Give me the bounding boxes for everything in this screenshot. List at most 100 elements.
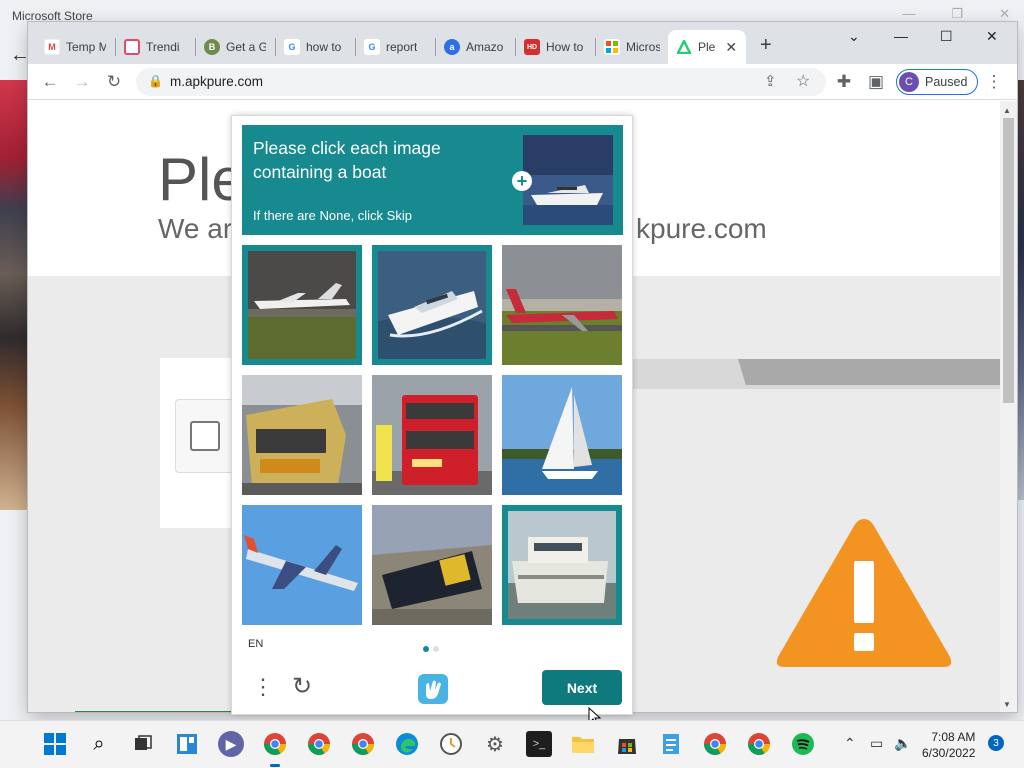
tab-3[interactable]: B Get a G [196, 30, 274, 64]
active-app-indicator [270, 764, 280, 767]
trending-icon [124, 39, 140, 55]
minimize-icon[interactable]: — [894, 28, 908, 44]
refresh-challenge-icon[interactable]: ↻ [292, 672, 312, 701]
back-icon[interactable]: ← [38, 70, 62, 94]
lock-icon[interactable]: 🔒 [148, 74, 163, 88]
maximize-icon[interactable]: ☐ [940, 28, 953, 45]
restore-icon[interactable]: ❐ [951, 6, 963, 22]
tab-label: how to [306, 40, 342, 54]
google-icon: G [284, 39, 300, 55]
taskbar-clock[interactable]: 7:08 AM 6/30/2022 [922, 729, 975, 761]
terminal-icon[interactable]: >_ [526, 731, 552, 757]
warning-icon [776, 519, 952, 667]
new-tab-button[interactable]: + [760, 34, 772, 57]
captcha-tile-3[interactable] [502, 245, 622, 365]
file-explorer-icon[interactable] [570, 731, 596, 757]
volume-icon[interactable]: 🔈 [894, 735, 911, 752]
captcha-tile-6[interactable] [502, 375, 622, 495]
share-icon[interactable]: ⇪ [764, 72, 777, 90]
close-icon[interactable]: ✕ [999, 6, 1010, 22]
tab-active-apkpure[interactable]: Ple ✕ [668, 30, 746, 64]
captcha-tile-2[interactable] [372, 245, 492, 365]
taskbar: ⌕ ▶ ⚙ >_ ⌃ ▭ 🔈 7:08 AM 6/30/2022 3 [0, 720, 1024, 768]
teams-chat-icon[interactable]: ▶ [218, 731, 244, 757]
settings-gear-icon[interactable]: ⚙ [482, 731, 508, 757]
tray-chevron-icon[interactable]: ⌃ [844, 735, 856, 752]
google-icon: G [364, 39, 380, 55]
tab-5[interactable]: G report [356, 30, 434, 64]
captcha-tile-9[interactable] [502, 505, 622, 625]
task-view-icon[interactable] [130, 731, 156, 757]
tab-2[interactable]: Trendi [116, 30, 194, 64]
captcha-menu-icon[interactable]: ⋮ [252, 674, 274, 700]
ms-store-title: Microsoft Store [12, 9, 93, 23]
tab-4[interactable]: G how to [276, 30, 354, 64]
apkpure-icon [676, 39, 692, 55]
url-text[interactable]: m.apkpure.com [170, 74, 263, 89]
page-dot [433, 646, 439, 652]
hcaptcha-logo-icon[interactable] [416, 672, 450, 706]
captcha-tile-5[interactable] [372, 375, 492, 495]
captcha-challenge: Please click each image containing a boa… [231, 115, 633, 715]
chrome-profile-5-icon[interactable] [746, 731, 772, 757]
network-icon[interactable]: ▭ [870, 735, 883, 752]
windows-start-icon[interactable] [42, 731, 68, 757]
captcha-tile-1[interactable] [242, 245, 362, 365]
clock-app-icon[interactable] [438, 731, 464, 757]
page-indicator [423, 646, 439, 652]
gcard-icon: B [204, 39, 220, 55]
tab-1[interactable]: M Temp M [36, 30, 114, 64]
tab-search-chevron-icon[interactable]: ⌄ [848, 28, 860, 45]
close-icon[interactable]: ✕ [986, 28, 998, 45]
minimize-icon[interactable]: — [902, 6, 915, 22]
amazon-icon: a [444, 39, 460, 55]
microsoft-store-icon[interactable] [614, 731, 640, 757]
tab-label: How to [546, 40, 584, 54]
chrome-profile-2-icon[interactable] [306, 731, 332, 757]
tab-label: report [386, 40, 418, 54]
tab-label: Temp M [66, 40, 106, 54]
scrollbar-thumb[interactable] [1003, 118, 1014, 403]
hcaptcha-checkbox[interactable] [190, 421, 220, 451]
tab-label: Trendi [146, 40, 180, 54]
back-arrow-icon[interactable]: ← [10, 44, 30, 67]
tab-close-icon[interactable]: ✕ [725, 39, 737, 56]
widgets-icon[interactable] [174, 731, 200, 757]
bookmark-star-icon[interactable]: ☆ [796, 71, 810, 91]
spotify-icon[interactable] [790, 731, 816, 757]
page-subtitle-right: kpure.com [636, 213, 767, 244]
address-bar[interactable]: 🔒 m.apkpure.com ⇪ ☆ [136, 68, 826, 96]
language-selector[interactable]: EN [248, 638, 263, 650]
notification-badge[interactable]: 3 [988, 735, 1004, 751]
chrome-profile-4-icon[interactable] [702, 731, 728, 757]
page-stripe-dark [738, 359, 1000, 385]
captcha-prompt: Please click each image containing a boa… [242, 125, 623, 235]
next-button[interactable]: Next [542, 670, 622, 705]
profile-status: Paused [925, 75, 968, 89]
gmail-icon: M [44, 39, 60, 55]
search-icon[interactable]: ⌕ [86, 731, 112, 757]
reload-icon[interactable]: ↻ [102, 70, 126, 94]
zoom-plus-icon[interactable]: + [512, 171, 532, 191]
scroll-down-arrow-icon[interactable]: ▼ [1003, 700, 1011, 709]
captcha-sample-image[interactable] [523, 135, 613, 225]
tab-8[interactable]: Micros [596, 30, 668, 64]
tab-7[interactable]: HD How to [516, 30, 594, 64]
profile-button[interactable]: C Paused [896, 69, 979, 95]
captcha-tile-8[interactable] [372, 505, 492, 625]
video-icon: HD [524, 39, 540, 55]
side-panel-icon[interactable]: ▣ [864, 70, 888, 94]
tab-6[interactable]: a Amazo [436, 30, 514, 64]
captcha-tile-4[interactable] [242, 375, 362, 495]
forward-icon[interactable]: → [70, 70, 94, 94]
extensions-puzzle-icon[interactable]: ✚ [832, 70, 856, 94]
scroll-up-arrow-icon[interactable]: ▲ [1003, 106, 1011, 115]
edge-icon[interactable] [394, 731, 420, 757]
store-artwork-strip [0, 80, 28, 510]
tab-label: Amazo [466, 40, 504, 54]
notepad-icon[interactable] [658, 731, 684, 757]
chrome-icon[interactable] [262, 731, 288, 757]
chrome-profile-3-icon[interactable] [350, 731, 376, 757]
captcha-tile-7[interactable] [242, 505, 362, 625]
menu-kebab-icon[interactable]: ⋮ [982, 70, 1006, 94]
